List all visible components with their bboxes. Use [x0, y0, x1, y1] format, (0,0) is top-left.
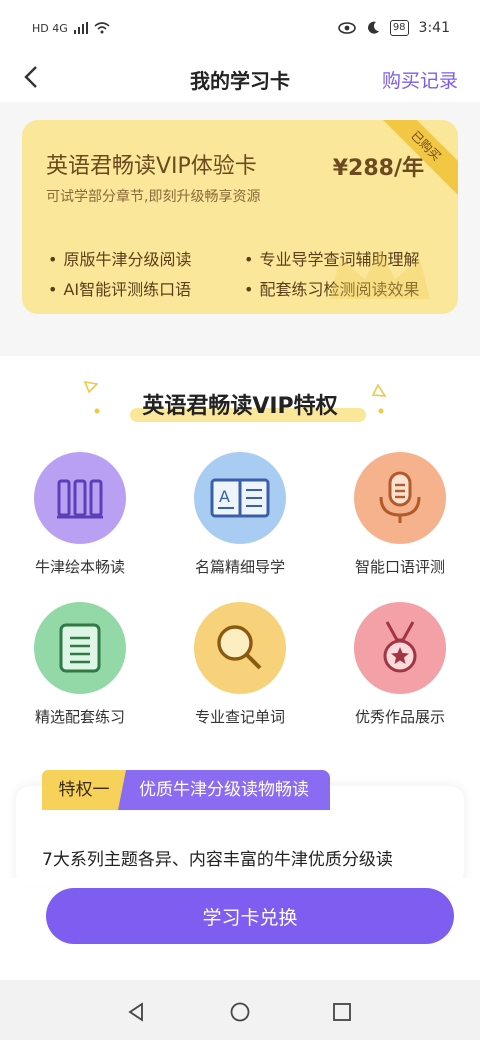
medal-icon	[354, 602, 446, 694]
privilege-item[interactable]: A 名篇精细导学	[170, 452, 310, 577]
triangle-decoration-icon	[372, 384, 386, 397]
purchase-history-link[interactable]: 购买记录	[382, 66, 458, 93]
system-nav-bar	[0, 980, 480, 1040]
redeem-card-button[interactable]: 学习卡兑换	[46, 888, 454, 944]
crown-watermark-icon	[330, 249, 430, 299]
vip-feature: AI智能评测练口语	[48, 276, 191, 300]
privilege-label: 专业查记单词	[194, 708, 285, 726]
privilege-item[interactable]: 精选配套练习	[10, 602, 150, 727]
privileges-title: 英语君畅读VIP特权	[142, 394, 338, 419]
privilege-label: 精选配套练习	[34, 708, 125, 726]
vip-card-price: ¥288/年	[332, 156, 424, 181]
recents-square-icon[interactable]	[332, 1002, 352, 1022]
privilege-item[interactable]: 专业查记单词	[170, 602, 310, 727]
privilege-item[interactable]: 优秀作品展示	[330, 602, 470, 727]
vip-card-area: 英语君畅读VIP体验卡 ¥288/年 可试学部分章节,即刻升级畅享资源 原版牛津…	[0, 102, 480, 356]
books-icon	[34, 452, 126, 544]
privilege-title-tag: 优质牛津分级读物畅读	[118, 770, 330, 810]
microphone-icon	[354, 452, 446, 544]
dot-decoration-icon	[94, 408, 100, 414]
dot-decoration-icon	[378, 408, 384, 414]
nav-bar: 我的学习卡 购买记录	[0, 56, 480, 102]
vip-card-title: 英语君畅读VIP体验卡	[46, 154, 257, 179]
moon-icon	[367, 21, 379, 34]
signal-icon	[73, 22, 88, 34]
network-indicator: HD 4G	[32, 21, 68, 35]
privilege-item[interactable]: 智能口语评测	[330, 452, 470, 577]
wifi-icon	[94, 22, 110, 34]
privilege-label: 名篇精细导学	[194, 558, 285, 576]
svg-text:A: A	[219, 487, 230, 506]
privilege-label: 智能口语评测	[354, 558, 445, 576]
magnifier-icon	[194, 602, 286, 694]
privileges-header: 英语君畅读VIP特权	[0, 380, 480, 430]
privilege-label: 牛津绘本畅读	[34, 558, 125, 576]
back-triangle-icon[interactable]	[126, 1002, 146, 1022]
privilege-number-tag: 特权一	[42, 770, 126, 810]
vip-card-subtitle: 可试学部分章节,即刻升级畅享资源	[46, 189, 261, 205]
vip-card[interactable]: 英语君畅读VIP体验卡 ¥288/年 可试学部分章节,即刻升级畅享资源 原版牛津…	[22, 120, 458, 314]
status-bar: HD 4G 98 3:41	[0, 0, 480, 56]
privilege-description: 7大系列主题各异、内容丰富的牛津优质分级读	[42, 850, 393, 870]
open-book-icon: A	[194, 452, 286, 544]
document-icon	[34, 602, 126, 694]
battery-icon: 98	[389, 20, 409, 36]
clock: 3:41	[418, 20, 450, 36]
privilege-item[interactable]: 牛津绘本畅读	[10, 452, 150, 577]
triangle-decoration-icon	[84, 381, 98, 394]
home-circle-icon[interactable]	[230, 1002, 250, 1022]
eye-icon	[338, 22, 356, 34]
privilege-label: 优秀作品展示	[354, 708, 445, 726]
vip-feature: 原版牛津分级阅读	[48, 246, 191, 270]
